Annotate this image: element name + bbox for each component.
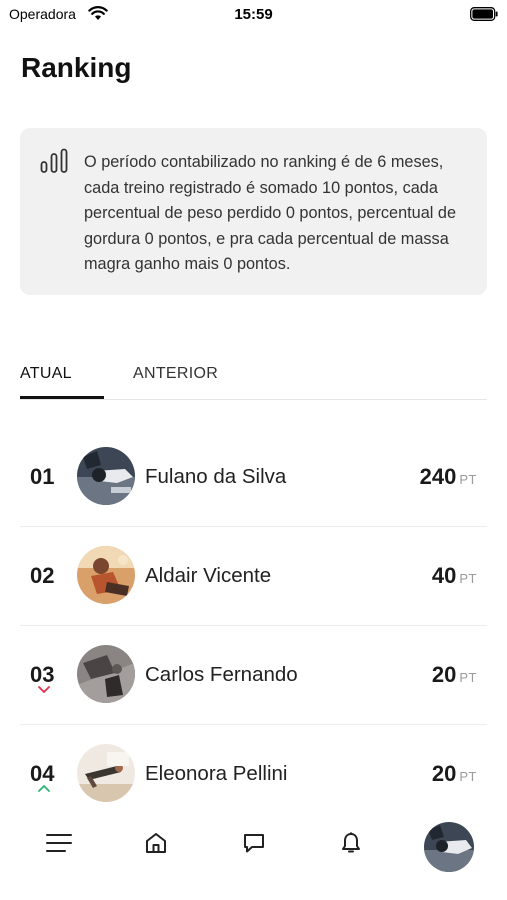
ranking-row[interactable]: 01 Fulano da Silva 240 PT — [20, 428, 487, 527]
nav-chat-button[interactable] — [237, 826, 271, 860]
score-unit: PT — [459, 769, 477, 784]
page-title: Ranking — [21, 52, 132, 83]
bar-chart-icon — [40, 148, 68, 173]
score-value: 20 — [431, 761, 457, 786]
athlete-name: Aldair Vicente — [145, 564, 272, 587]
ranking-info-card: O período contabilizado no ranking é de … — [20, 128, 487, 295]
battery-icon — [470, 7, 498, 21]
avatar — [77, 744, 135, 802]
ranking-list: 01 Fulano da Silva 240 PT 02 Aldair Vice… — [20, 428, 487, 824]
avatar — [77, 546, 135, 604]
bell-icon — [342, 832, 360, 853]
score-value: 240 — [419, 464, 457, 489]
athlete-name: Eleonora Pellini — [145, 762, 288, 785]
chat-icon — [244, 834, 264, 853]
nav-home-button[interactable] — [139, 826, 173, 860]
score-unit: PT — [459, 670, 477, 685]
nav-menu-button[interactable] — [42, 826, 76, 860]
score-value: 40 — [431, 563, 457, 588]
score: 40 PT — [432, 563, 477, 589]
avatar — [77, 645, 135, 703]
ranking-row[interactable]: 04 Eleonora Pellini 20 PT — [20, 725, 487, 824]
profile-avatar[interactable] — [424, 822, 474, 872]
score: 20 PT — [432, 761, 477, 787]
ranking-info-text: O período contabilizado no ranking é de … — [84, 153, 457, 274]
tab-anterior[interactable]: ANTERIOR — [133, 365, 218, 383]
ranking-row[interactable]: 02 Aldair Vicente 40 PT — [20, 527, 487, 626]
score: 240 PT — [420, 464, 477, 490]
trend-down-icon — [38, 686, 50, 693]
score-value: 20 — [431, 662, 457, 687]
trend-up-icon — [38, 785, 50, 792]
rank-position: 02 — [30, 563, 55, 588]
status-bar: Operadora 15:59 — [0, 0, 507, 30]
tab-atual[interactable]: ATUAL — [20, 365, 72, 383]
menu-icon — [46, 834, 72, 852]
score: 20 PT — [432, 662, 477, 688]
nav-notifications-button[interactable] — [334, 826, 368, 860]
avatar — [77, 447, 135, 505]
score-unit: PT — [459, 571, 477, 586]
athlete-name: Fulano da Silva — [145, 465, 287, 488]
ranking-tabs: ATUAL ANTERIOR — [20, 360, 487, 400]
clock: 15:59 — [234, 6, 273, 23]
bottom-navigation — [0, 812, 507, 900]
ranking-row[interactable]: 03 Carlos Fernando 20 PT — [20, 626, 487, 725]
home-icon — [146, 833, 166, 853]
active-tab-indicator — [20, 396, 104, 399]
score-unit: PT — [459, 472, 477, 487]
athlete-name: Carlos Fernando — [145, 663, 298, 686]
rank-position: 01 — [30, 464, 55, 489]
